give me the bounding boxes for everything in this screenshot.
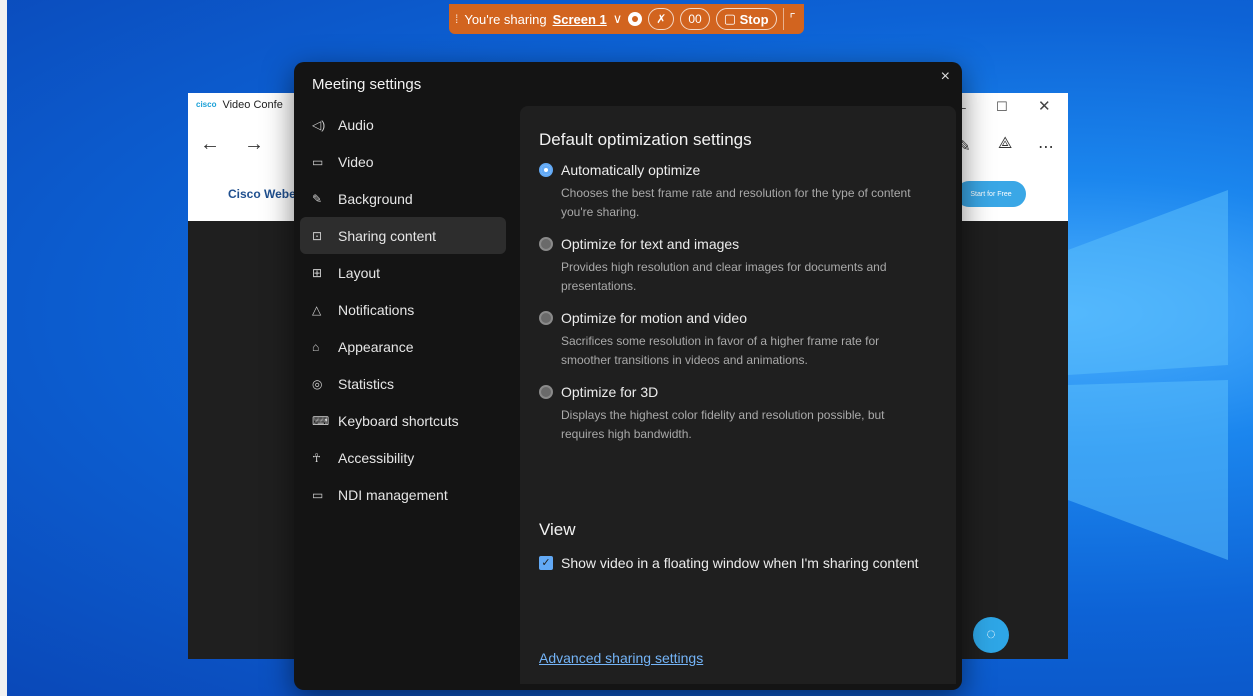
camera-icon: ▭ (312, 154, 324, 169)
stop-button[interactable]: ▢ Stop (715, 8, 777, 30)
sidebar-item-notifications[interactable]: △ Notifications (300, 291, 506, 328)
optimization-option: Optimize for 3D Displays the highest colo… (539, 384, 939, 444)
sidebar-item-background[interactable]: ✎ Background (300, 180, 506, 217)
windows-logo (1068, 190, 1228, 560)
option-label: Optimize for motion and video (561, 310, 747, 326)
ndi-icon: ▭ (312, 487, 324, 502)
drag-handle-icon[interactable]: ⁞ (455, 12, 458, 26)
floating-window-option[interactable]: ✓ Show video in a floating window when I… (539, 552, 919, 574)
option-label: Automatically optimize (561, 162, 701, 178)
sidebar-item-keyboard-shortcuts[interactable]: ⌨ Keyboard shortcuts (300, 402, 506, 439)
sidebar-item-statistics[interactable]: ◎ Statistics (300, 365, 506, 402)
toolbar-divider (782, 8, 784, 30)
left-edge-strip (0, 0, 7, 696)
more-icon[interactable]: ⋯ (1038, 137, 1054, 157)
sidebar-item-video[interactable]: ▭ Video (300, 143, 506, 180)
floating-window-checkbox[interactable]: ✓ (539, 556, 553, 570)
option-label: Optimize for 3D (561, 384, 659, 400)
dialog-title: Meeting settings (312, 76, 422, 93)
record-icon[interactable] (628, 12, 643, 26)
pause-icon: 00 (688, 12, 702, 26)
speaker-icon: ◁) (312, 117, 326, 132)
sidebar-item-label: Background (338, 190, 413, 207)
forward-arrow-icon[interactable]: → (244, 133, 264, 156)
settings-sidebar: ◁) Audio ▭ Video ✎ Background ⊡ Sharing content… (300, 106, 506, 513)
option-description: Provides high resolution and clear image… (561, 260, 887, 293)
section-heading: Default optimization settings (539, 130, 752, 149)
browser-tab[interactable]: cisco Video Confe (196, 99, 283, 111)
stop-label: Stop (739, 11, 769, 27)
optimization-option: Automatically optimize Chooses the best f… (539, 162, 939, 222)
pause-button[interactable]: 00 (680, 8, 710, 30)
screen-selector[interactable]: Screen 1 (553, 12, 607, 27)
sidebar-item-label: Notifications (338, 301, 415, 318)
statistics-icon: ◎ (312, 376, 323, 391)
option-description: Displays the highest color fidelity and … (561, 408, 885, 441)
sidebar-item-label: Appearance (338, 338, 414, 355)
chevron-down-icon[interactable]: ∨ (613, 11, 623, 27)
settings-content: Default optimization settings Automatica… (520, 106, 956, 684)
option-row[interactable]: Optimize for text and images (539, 236, 939, 252)
option-radio[interactable] (539, 163, 553, 177)
sidebar-item-label: Accessibility (338, 449, 415, 466)
sidebar-item-label: Layout (338, 264, 381, 281)
sidebar-item-accessibility[interactable]: ☥ Accessibility (300, 439, 506, 476)
stop-icon: ▢ (723, 11, 740, 26)
option-row[interactable]: Optimize for motion and video (539, 310, 939, 326)
option-description: Chooses the best frame rate and resoluti… (561, 186, 911, 219)
maximize-icon[interactable]: ☐ (996, 99, 1008, 115)
optimization-option: Optimize for motion and video Sacrifices … (539, 310, 939, 370)
sidebar-item-sharing-content[interactable]: ⊡ Sharing content (300, 217, 506, 254)
brand-link[interactable]: Cisco Webe (228, 187, 296, 201)
mic-off-icon: ✗ (656, 12, 667, 26)
view-heading: View (539, 520, 576, 539)
optimization-option: Optimize for text and images Provides hig… (539, 236, 939, 296)
back-arrow-icon[interactable]: ← (200, 133, 220, 156)
sharing-prefix: You're sharing (464, 11, 547, 27)
cisco-logo: cisco (196, 100, 217, 109)
option-radio[interactable] (539, 385, 553, 399)
sidebar-item-label: Statistics (338, 375, 395, 392)
option-radio[interactable] (539, 311, 553, 325)
appearance-icon: ⌂ (312, 339, 320, 354)
advanced-sharing-link[interactable]: Advanced sharing settings (539, 650, 703, 666)
accessibility-icon: ☥ (312, 450, 321, 465)
option-description: Sacrifices some resolution in favor of a… (561, 334, 880, 367)
floating-window-label: Show video in a floating window when I'm… (561, 555, 919, 571)
sidebar-item-label: Audio (338, 116, 374, 133)
close-icon[interactable]: × (941, 68, 950, 86)
sidebar-item-ndi-management[interactable]: ▭ NDI management (300, 476, 506, 513)
start-free-button[interactable]: Start for Free (956, 181, 1026, 207)
magic-wand-icon: ✎ (312, 191, 323, 206)
option-radio[interactable] (539, 237, 553, 251)
option-label: Optimize for text and images (561, 236, 740, 252)
share-screen-icon: ⊡ (312, 228, 323, 243)
chat-icon: ◌ (986, 626, 996, 643)
sidebar-item-label: Video (338, 153, 374, 170)
browser-tab-title: Video Confe (222, 99, 283, 111)
sidebar-item-appearance[interactable]: ⌂ Appearance (300, 328, 506, 365)
layout-icon: ⊞ (312, 265, 323, 280)
sidebar-item-audio[interactable]: ◁) Audio (300, 106, 506, 143)
meeting-settings-dialog: Meeting settings × ◁) Audio ▭ Video ✎ Backgro… (294, 62, 962, 690)
bell-icon: △ (312, 302, 322, 317)
share-icon[interactable]: ⟁ (998, 135, 1012, 153)
sidebar-item-label: Sharing content (338, 227, 437, 244)
option-row[interactable]: Optimize for 3D (539, 384, 939, 400)
option-row[interactable]: Automatically optimize (539, 162, 939, 178)
window-close-icon[interactable]: ✕ (1038, 97, 1051, 115)
sidebar-item-label: NDI management (338, 486, 448, 503)
keyboard-icon: ⌨ (312, 413, 330, 428)
collapse-icon[interactable]: ⌜ (790, 11, 796, 27)
sidebar-item-layout[interactable]: ⊞ Layout (300, 254, 506, 291)
mute-button[interactable]: ✗ (648, 8, 675, 30)
sidebar-item-label: Keyboard shortcuts (338, 412, 459, 429)
chat-button[interactable]: ◌ (973, 617, 1009, 653)
sharing-toolbar: ⁞ You're sharing Screen 1 ∨ ✗ 00 ▢ Stop … (449, 4, 804, 34)
